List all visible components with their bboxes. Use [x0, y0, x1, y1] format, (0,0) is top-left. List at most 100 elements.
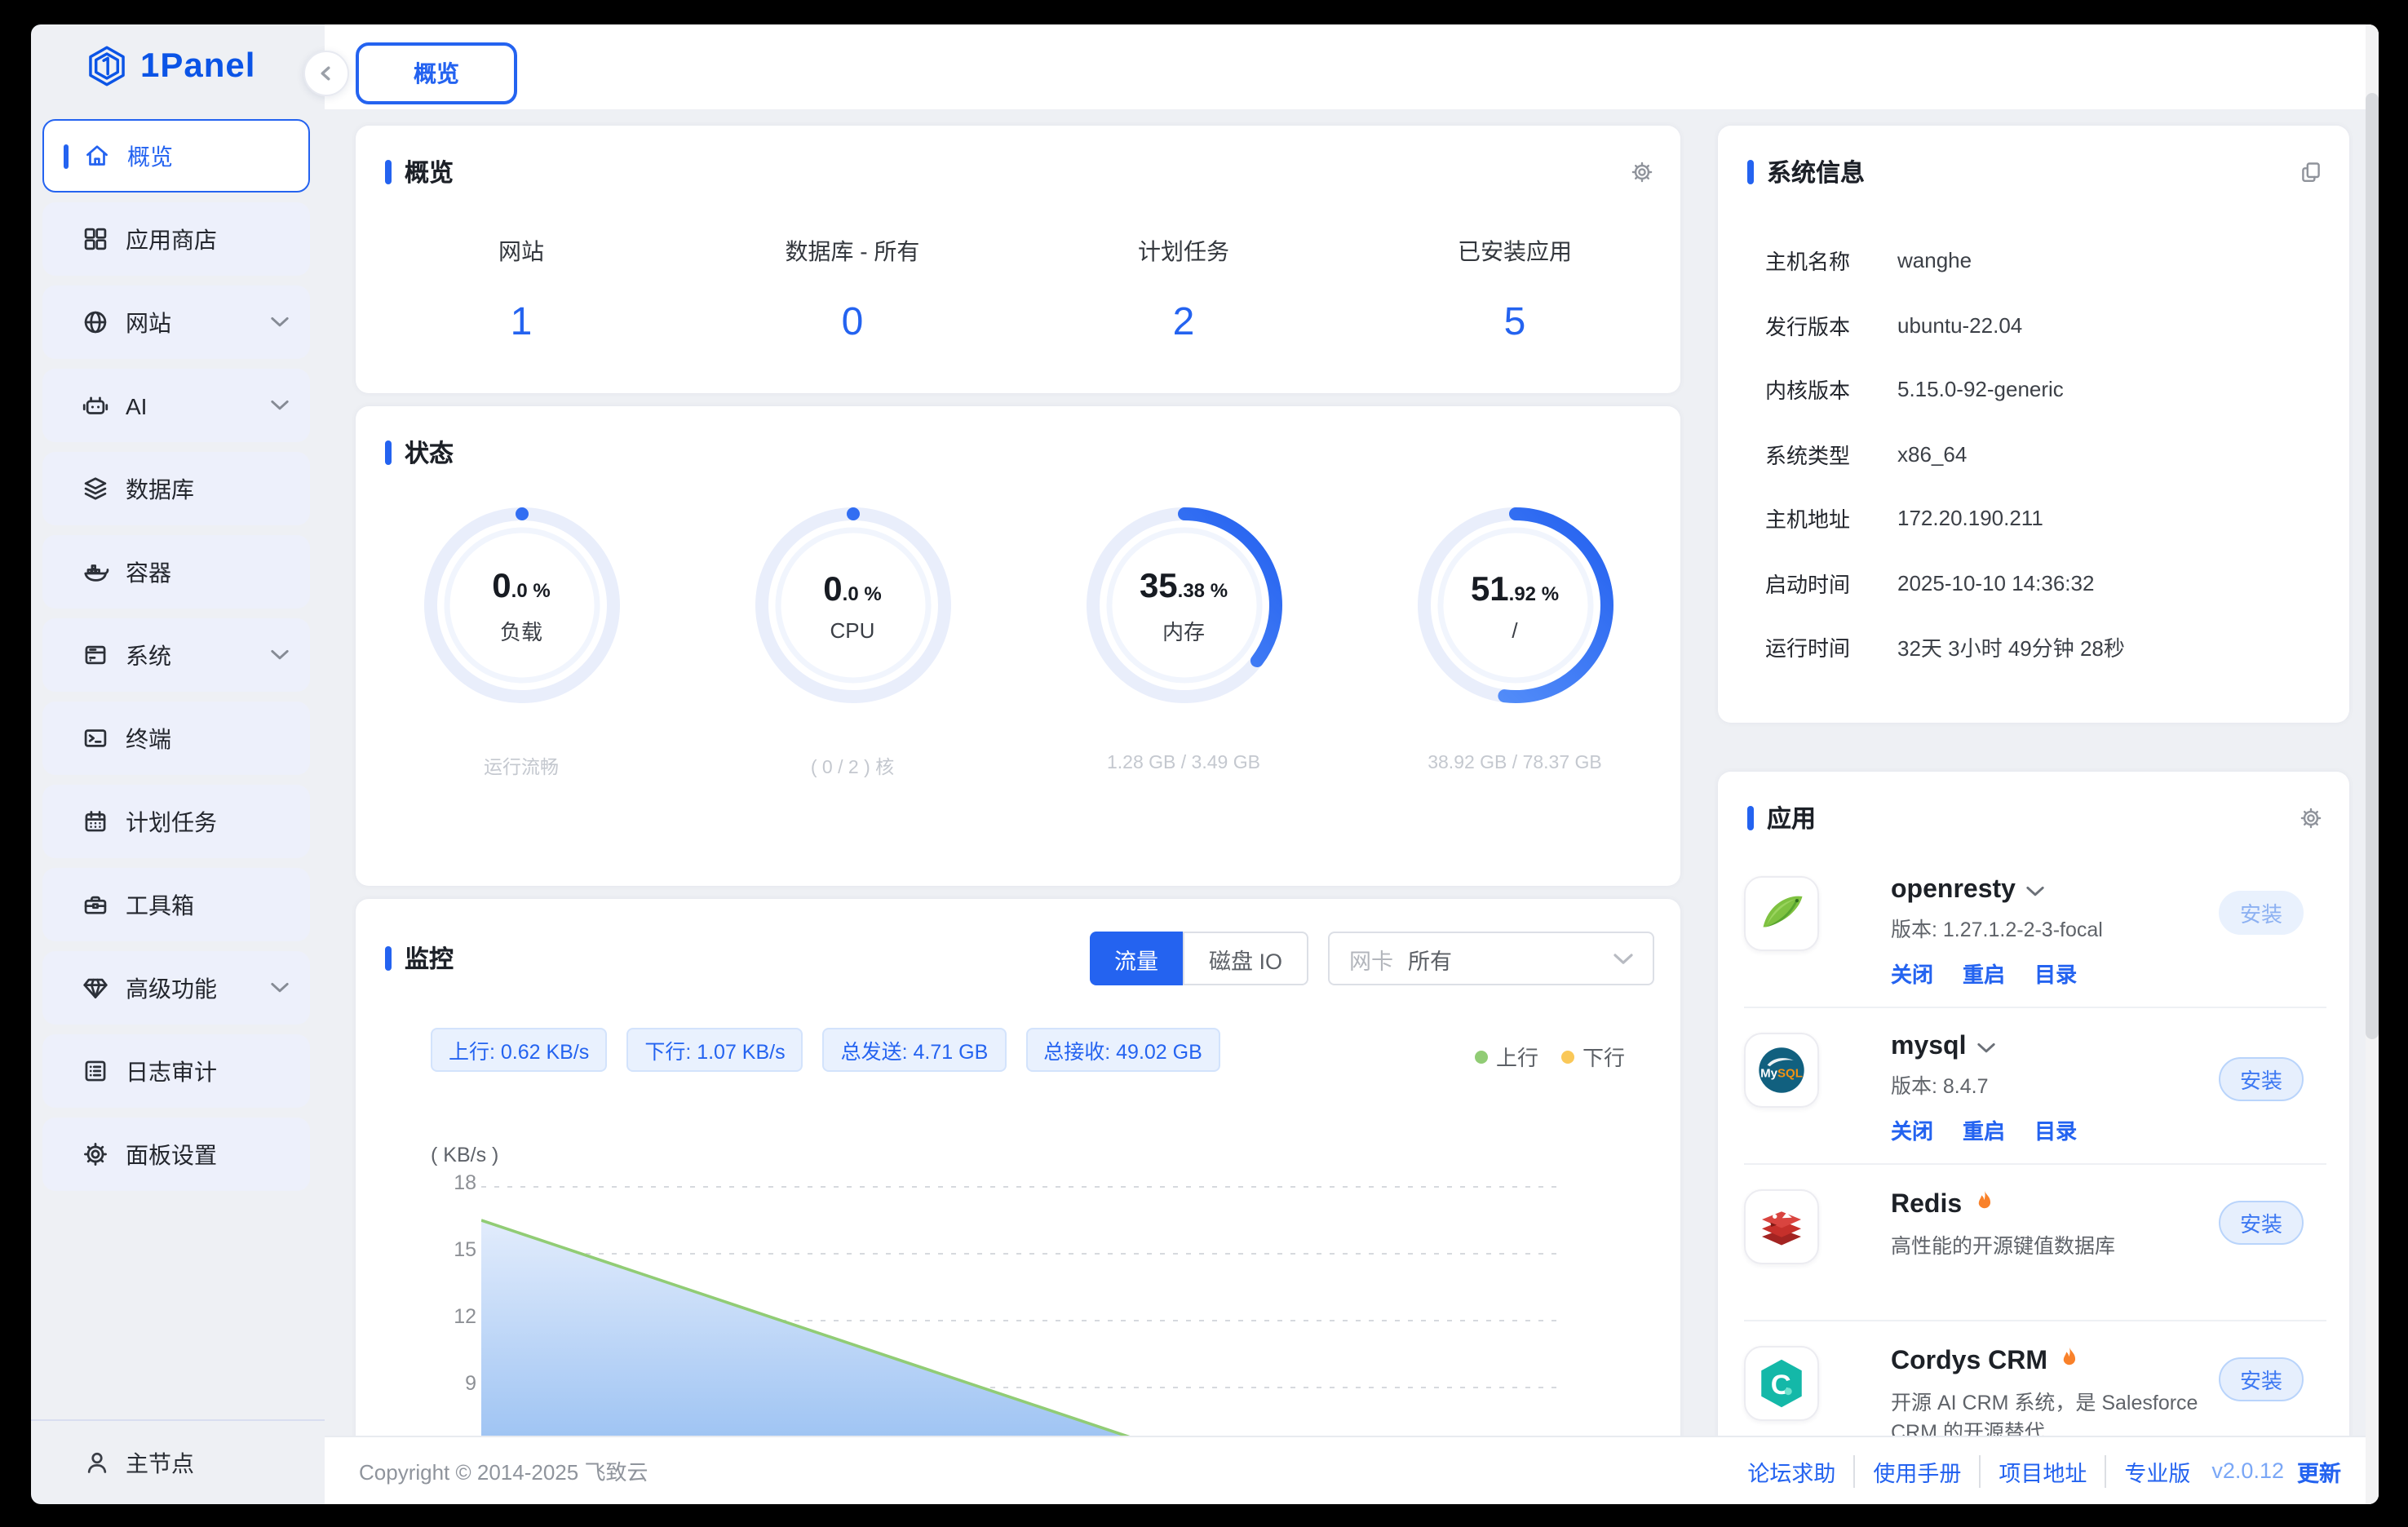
title-accent-bar [385, 160, 392, 184]
stat-value-link[interactable]: 2 [1018, 300, 1349, 346]
nic-select-value: 所有 [1408, 942, 1452, 975]
sidebar-item-system[interactable]: 系统 [42, 618, 310, 692]
sidebar-item-toolbox[interactable]: 工具箱 [42, 868, 310, 941]
title-accent-bar [1747, 160, 1754, 184]
gauge-cpu: 0.0 % CPU ( 0 / 2 ) 核 [745, 499, 960, 780]
monitor-title: 监控 [405, 941, 454, 976]
sidebar-node-switcher[interactable]: 主节点 [31, 1419, 325, 1504]
chevron-down-icon [1978, 1042, 1996, 1053]
install-button[interactable]: 安装 [2219, 1357, 2304, 1401]
svg-text:MySQL: MySQL [1760, 1067, 1803, 1081]
app-name[interactable]: mysql [1891, 1033, 2225, 1062]
legend-upstream[interactable]: 上行 [1475, 1041, 1538, 1072]
sidebar-item-logs[interactable]: 日志审计 [42, 1034, 310, 1108]
sidebar-collapse-button[interactable] [303, 51, 349, 96]
app-name[interactable]: openresty [1891, 876, 2225, 905]
project-site-link[interactable]: 项目地址 [1979, 1454, 2105, 1487]
y-tick: 9 [421, 1372, 476, 1395]
sidebar-item-website[interactable]: 网站 [42, 285, 310, 359]
sidebar-item-label: 日志审计 [126, 1055, 217, 1087]
y-tick: 12 [421, 1305, 476, 1328]
nic-select[interactable]: 网卡 所有 [1328, 932, 1654, 985]
brand-logo[interactable]: 1Panel [85, 44, 255, 88]
system-info-rows: 主机名称wanghe 发行版本ubuntu-22.04 内核版本5.15.0-9… [1718, 228, 2349, 679]
y-tick: 18 [421, 1171, 476, 1194]
docker-whale-icon [82, 558, 109, 586]
app-stop-link[interactable]: 关闭 [1891, 1114, 1933, 1145]
page-footer: Copyright © 2014-2025 飞致云 论坛求助 使用手册 项目地址… [325, 1436, 2379, 1504]
copyright-text: Copyright © 2014-2025 飞致云 [359, 1455, 648, 1486]
stat-value-link[interactable]: 1 [356, 300, 687, 346]
sidebar-item-database[interactable]: 数据库 [42, 452, 310, 525]
sidebar-item-settings[interactable]: 面板设置 [42, 1118, 310, 1191]
title-accent-bar [385, 946, 392, 971]
sidebar-item-app-store[interactable]: 应用商店 [42, 202, 310, 276]
stat-label: 数据库 - 所有 [687, 235, 1018, 268]
upstream-rate-tag: 上行: 0.62 KB/s [431, 1028, 607, 1072]
downstream-rate-tag: 下行: 1.07 KB/s [626, 1028, 803, 1072]
sidebar-item-label: 终端 [126, 722, 171, 755]
app-row-redis: Redis 高性能的开源键值数据库 安装 [1744, 1165, 2326, 1321]
gear-icon[interactable] [2299, 806, 2323, 830]
status-card: 状态 0.0 % 负载 [356, 406, 1680, 886]
sidebar-item-ai[interactable]: AI [42, 369, 310, 442]
app-name[interactable]: Cordys CRM [1891, 1346, 2225, 1379]
robot-icon [82, 392, 109, 419]
main-area: 概览 概览 网站 1 数据库 - 所有 0 [325, 24, 2379, 1504]
install-button[interactable]: 安装 [2219, 1201, 2304, 1245]
stat-cronjobs: 计划任务 2 [1018, 235, 1349, 346]
app-restart-link[interactable]: 重启 [1963, 958, 2005, 989]
stat-installed-apps: 已安装应用 5 [1349, 235, 1680, 346]
app-restart-link[interactable]: 重启 [1963, 1114, 2005, 1145]
stat-value-link[interactable]: 5 [1349, 300, 1680, 346]
traffic-summary-row: 上行: 0.62 KB/s 下行: 1.07 KB/s 总发送: 4.71 GB… [356, 1028, 1680, 1072]
apps-title: 应用 [1767, 801, 1816, 835]
brand-name: 1Panel [140, 46, 255, 86]
app-version: 版本: 8.4.7 [1891, 1072, 2225, 1101]
scrollbar-thumb[interactable] [2366, 93, 2379, 1039]
chevron-down-icon [271, 316, 289, 328]
sidebar-item-cronjob[interactable]: 计划任务 [42, 785, 310, 858]
redis-logo-icon [1744, 1189, 1819, 1264]
sidebar-item-label: 概览 [127, 139, 173, 172]
legend-downstream[interactable]: 下行 [1561, 1041, 1625, 1072]
legend-dot-green [1475, 1050, 1488, 1063]
app-name[interactable]: Redis [1891, 1189, 2225, 1222]
hot-flame-icon [2059, 1346, 2080, 1379]
app-directory-link[interactable]: 目录 [2034, 1114, 2077, 1145]
server-icon [82, 641, 109, 669]
database-layers-icon [82, 475, 109, 502]
user-manual-link[interactable]: 使用手册 [1853, 1454, 1979, 1487]
gauge-value: 51.92 % [1471, 572, 1559, 606]
gear-icon[interactable] [1630, 160, 1654, 184]
copy-icon[interactable] [2299, 160, 2323, 184]
status-gauges: 0.0 % 负载 运行流畅 [356, 499, 1680, 780]
stat-value-link[interactable]: 0 [687, 300, 1018, 346]
sidebar-item-label: 容器 [126, 555, 171, 588]
install-button[interactable]: 安装 [2219, 1057, 2304, 1101]
gauge-caption: 1.28 GB / 3.49 GB [1076, 754, 1291, 773]
forum-help-link[interactable]: 论坛求助 [1729, 1454, 1853, 1487]
info-row-boot-time: 启动时间2025-10-10 14:36:32 [1718, 551, 2349, 615]
overview-card: 概览 网站 1 数据库 - 所有 0 计划任务 2 [356, 126, 1680, 393]
sidebar-item-label: 应用商店 [126, 223, 217, 255]
sidebar-item-terminal[interactable]: 终端 [42, 702, 310, 775]
app-stop-link[interactable]: 关闭 [1891, 958, 1933, 989]
sidebar-item-container[interactable]: 容器 [42, 535, 310, 609]
gauge-caption: 38.92 GB / 78.37 GB [1407, 754, 1622, 773]
sidebar-item-label: 计划任务 [126, 805, 217, 838]
sidebar-item-advanced[interactable]: 高级功能 [42, 951, 310, 1025]
sidebar-item-label: 高级功能 [126, 972, 217, 1004]
sidebar-item-overview[interactable]: 概览 [42, 119, 310, 193]
update-link[interactable]: 更新 [2297, 1454, 2341, 1487]
version-text: v2.0.12 [2211, 1458, 2284, 1483]
tab-overview[interactable]: 概览 [356, 42, 517, 104]
stat-databases: 数据库 - 所有 0 [687, 235, 1018, 346]
pro-edition-link[interactable]: 专业版 [2105, 1454, 2208, 1487]
disk-io-tab-button[interactable]: 磁盘 IO [1183, 932, 1308, 985]
traffic-tab-button[interactable]: 流量 [1090, 932, 1183, 985]
app-directory-link[interactable]: 目录 [2034, 958, 2077, 989]
install-button[interactable]: 安装 [2219, 891, 2304, 935]
total-received-tag: 总接收: 49.02 GB [1025, 1028, 1220, 1072]
title-accent-bar [1747, 806, 1754, 830]
